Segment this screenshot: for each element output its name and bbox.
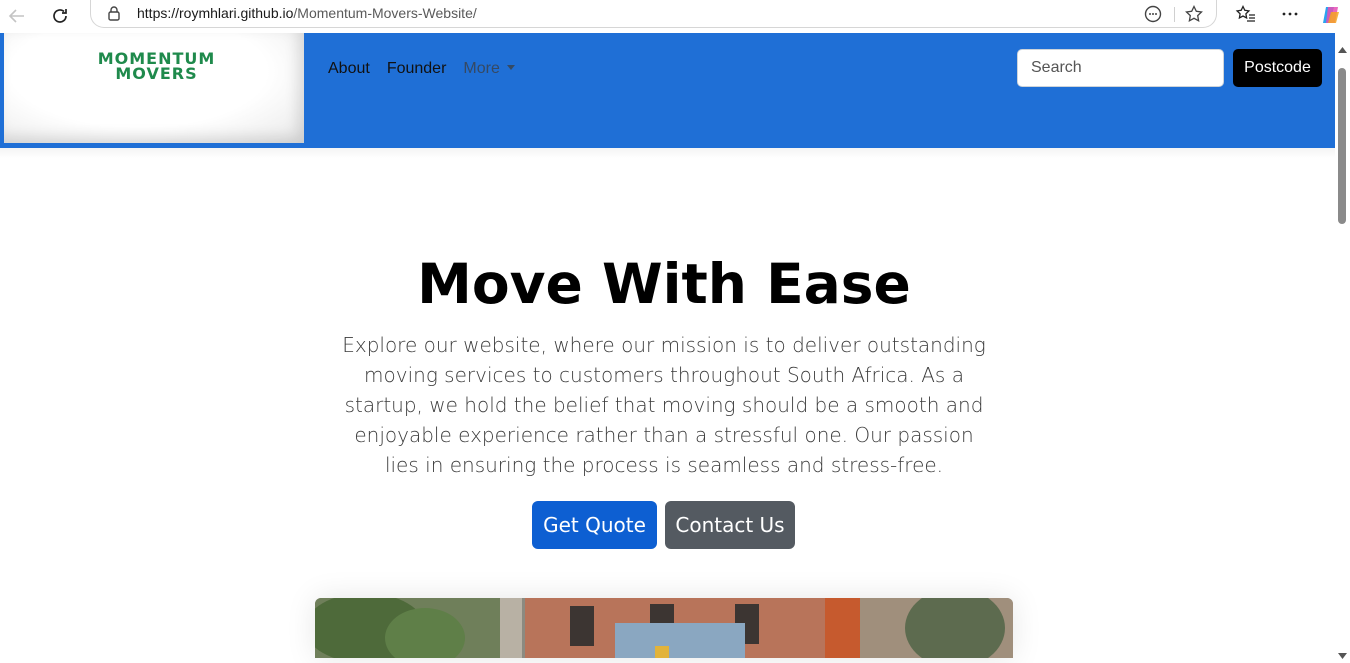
lock-icon[interactable] (107, 5, 121, 25)
divider (1174, 7, 1175, 22)
hero-description: Explore our website, where our mission i… (342, 333, 986, 477)
address-bar[interactable]: https://roymhlari.github.io/Momentum-Mov… (90, 0, 1217, 28)
postcode-button[interactable]: Postcode (1233, 49, 1322, 87)
momentum-movers-logo[interactable]: MOMENTUM MOVERS (84, 51, 229, 82)
site-navbar: MOMENTUM MOVERS About Founder More Postc… (0, 33, 1335, 148)
more-options-icon[interactable] (1280, 4, 1300, 28)
navbar-divider (0, 148, 1335, 158)
favorite-star-icon[interactable] (1184, 4, 1204, 28)
copilot-icon[interactable] (1320, 4, 1342, 30)
url-text[interactable]: https://roymhlari.github.io/Momentum-Mov… (137, 5, 477, 21)
scrollbar-thumb[interactable] (1338, 68, 1346, 224)
favorites-list-icon[interactable] (1235, 4, 1257, 28)
logo-container[interactable]: MOMENTUM MOVERS (4, 33, 304, 143)
nav-link-founder[interactable]: Founder (387, 60, 447, 78)
reading-mode-icon[interactable] (1143, 4, 1163, 28)
hero-image (315, 598, 1013, 658)
nav-dropdown-more-label: More (463, 60, 500, 77)
browser-toolbar: https://roymhlari.github.io/Momentum-Mov… (0, 0, 1350, 33)
scroll-up-arrow-icon[interactable] (1338, 38, 1347, 57)
contact-us-button[interactable]: Contact Us (665, 501, 795, 549)
nav-link-about[interactable]: About (328, 60, 370, 78)
back-arrow-icon[interactable] (4, 4, 30, 28)
hero-title: Move With Ease (417, 252, 911, 316)
scroll-down-arrow-icon[interactable] (1338, 644, 1347, 663)
refresh-icon[interactable] (47, 4, 73, 28)
chevron-down-icon (506, 65, 515, 70)
search-input[interactable] (1017, 49, 1224, 87)
main-menu: About Founder More (328, 60, 515, 78)
nav-dropdown-more[interactable]: More (463, 60, 515, 78)
get-quote-button[interactable]: Get Quote (532, 501, 657, 549)
